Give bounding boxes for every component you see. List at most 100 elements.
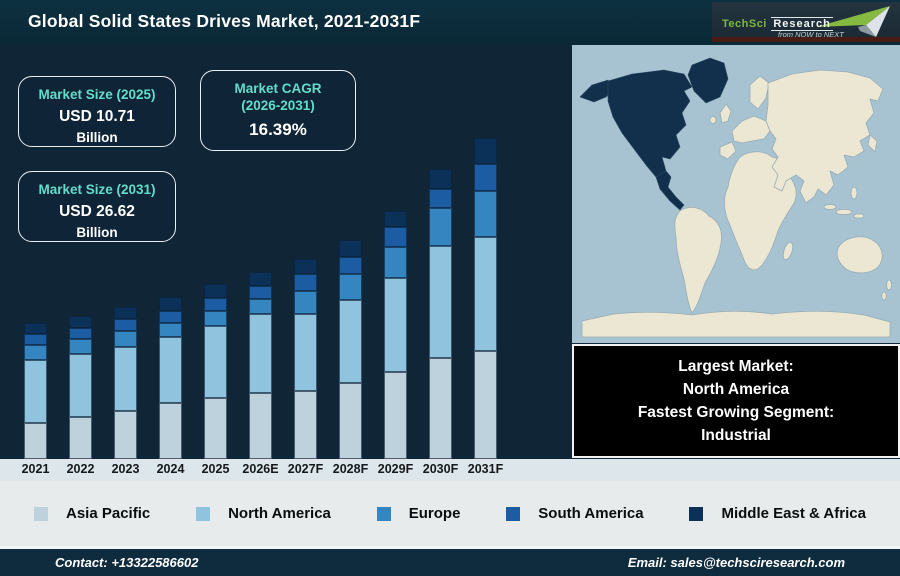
legend-swatch-icon [34, 506, 48, 521]
bar-segment-asia-pacific [204, 398, 227, 459]
bar-segment-north-america [69, 354, 92, 417]
bar-2023 [114, 307, 137, 459]
bar-segment-europe [249, 299, 272, 314]
bar-segment-south-america [384, 227, 407, 247]
market-cagr-title-years: (2026-2031) [241, 98, 315, 113]
bar-segment-north-america [159, 337, 182, 403]
bar-segment-asia-pacific [294, 391, 317, 459]
legend-label: North America [228, 505, 331, 522]
bar-segment-north-america [114, 347, 137, 411]
bar-segment-south-america [294, 274, 317, 291]
bar-segment-europe [24, 345, 47, 360]
bar-segment-middle-east-africa [69, 316, 92, 328]
logo-text-research: Research [771, 17, 833, 31]
x-axis-label-2025: 2025 [201, 462, 230, 476]
bar-segment-europe [429, 208, 452, 246]
largest-market-value: North America [682, 381, 790, 398]
legend-label: Middle East & Africa [721, 505, 866, 522]
bar-segment-south-america [249, 286, 272, 299]
bar-segment-asia-pacific [69, 417, 92, 459]
x-axis-label-2029F: 2029F [377, 462, 414, 476]
highlight-box: Largest Market: North America Fastest Gr… [572, 344, 900, 458]
x-axis-label-2026E: 2026E [242, 462, 279, 476]
market-size-2031-value: USD 26.62 [59, 203, 135, 220]
x-axis-label-2023: 2023 [111, 462, 140, 476]
logo-text-techsci: TechSci [722, 18, 767, 30]
bar-segment-europe [384, 247, 407, 278]
bar-2027F [294, 259, 317, 459]
footer-bar: Contact: +13322586602 Email: sales@techs… [0, 549, 900, 576]
x-axis-label-2028F: 2028F [332, 462, 369, 476]
bar-segment-south-america [114, 319, 137, 331]
market-cagr-title: Market CAGR [234, 81, 322, 96]
bar-2024 [159, 297, 182, 459]
chart-legend: Asia Pacific North America Europe South Ame… [0, 481, 900, 546]
legend-item-middle-east-africa: Middle East & Africa [689, 505, 866, 522]
title-bar: Global Solid States Drives Market, 2021-… [0, 0, 900, 45]
logo-tagline: from NOW to NEXT [778, 30, 844, 39]
legend-item-europe: Europe [376, 505, 461, 522]
fastest-segment-value: Industrial [701, 427, 771, 444]
market-cagr-box: Market CAGR (2026-2031) 16.39% [200, 70, 356, 151]
x-axis-label-2031F: 2031F [467, 462, 504, 476]
market-size-2031-unit: Billion [76, 225, 118, 240]
market-size-2025-unit: Billion [76, 130, 118, 145]
bar-segment-asia-pacific [339, 383, 362, 459]
bar-segment-europe [159, 323, 182, 337]
market-size-2025-value: USD 10.71 [59, 108, 135, 125]
bar-segment-asia-pacific [429, 358, 452, 459]
bar-segment-asia-pacific [249, 393, 272, 459]
bar-segment-middle-east-africa [429, 169, 452, 189]
x-axis-label-2022: 2022 [66, 462, 95, 476]
legend-label: South America [538, 505, 644, 522]
bar-segment-asia-pacific [384, 372, 407, 459]
bar-segment-asia-pacific [474, 351, 497, 459]
bar-2026E [249, 272, 272, 459]
contact-phone: Contact: +13322586602 [55, 555, 199, 570]
bar-segment-north-america [204, 326, 227, 398]
bar-2031F [474, 138, 497, 459]
bar-segment-south-america [69, 328, 92, 339]
page-title: Global Solid States Drives Market, 2021-… [28, 11, 421, 31]
bar-2021 [24, 323, 47, 459]
bar-2028F [339, 240, 362, 459]
legend-item-north-america: North America [196, 505, 331, 522]
bar-segment-middle-east-africa [114, 307, 137, 319]
bar-segment-europe [294, 291, 317, 314]
legend-label: Europe [408, 505, 461, 522]
x-axis-label-2024: 2024 [156, 462, 185, 476]
bar-segment-europe [204, 311, 227, 326]
x-axis-label-2021: 2021 [21, 462, 50, 476]
bar-segment-middle-east-africa [159, 297, 182, 311]
bar-segment-europe [339, 274, 362, 300]
bar-segment-south-america [339, 257, 362, 274]
x-axis-label-2030F: 2030F [422, 462, 459, 476]
bar-segment-middle-east-africa [294, 259, 317, 274]
x-axis-label-2027F: 2027F [287, 462, 324, 476]
bar-segment-north-america [249, 314, 272, 393]
legend-swatch-icon [689, 506, 704, 521]
bar-2022 [69, 316, 92, 459]
bar-segment-middle-east-africa [24, 323, 47, 334]
market-cagr-value: 16.39% [249, 120, 307, 139]
bar-2025 [204, 284, 227, 459]
bar-segment-middle-east-africa [249, 272, 272, 286]
bar-segment-north-america [294, 314, 317, 391]
bar-segment-south-america [159, 311, 182, 323]
bar-segment-middle-east-africa [384, 211, 407, 227]
bar-segment-asia-pacific [24, 423, 47, 459]
bar-segment-north-america [474, 237, 497, 351]
legend-swatch-icon [196, 506, 211, 521]
bar-segment-europe [69, 339, 92, 354]
bar-segment-europe [114, 331, 137, 347]
bar-segment-middle-east-africa [204, 284, 227, 298]
bar-segment-asia-pacific [114, 411, 137, 459]
bar-segment-north-america [429, 246, 452, 358]
legend-item-south-america: South America [506, 505, 644, 522]
bar-segment-north-america [339, 300, 362, 383]
contact-email[interactable]: Email: sales@techsciresearch.com [628, 555, 845, 570]
bar-2029F [384, 211, 407, 459]
bar-segment-north-america [384, 278, 407, 372]
fastest-segment-label: Fastest Growing Segment: [637, 404, 835, 421]
infographic-root: Global Solid States Drives Market, 2021-… [0, 0, 900, 576]
